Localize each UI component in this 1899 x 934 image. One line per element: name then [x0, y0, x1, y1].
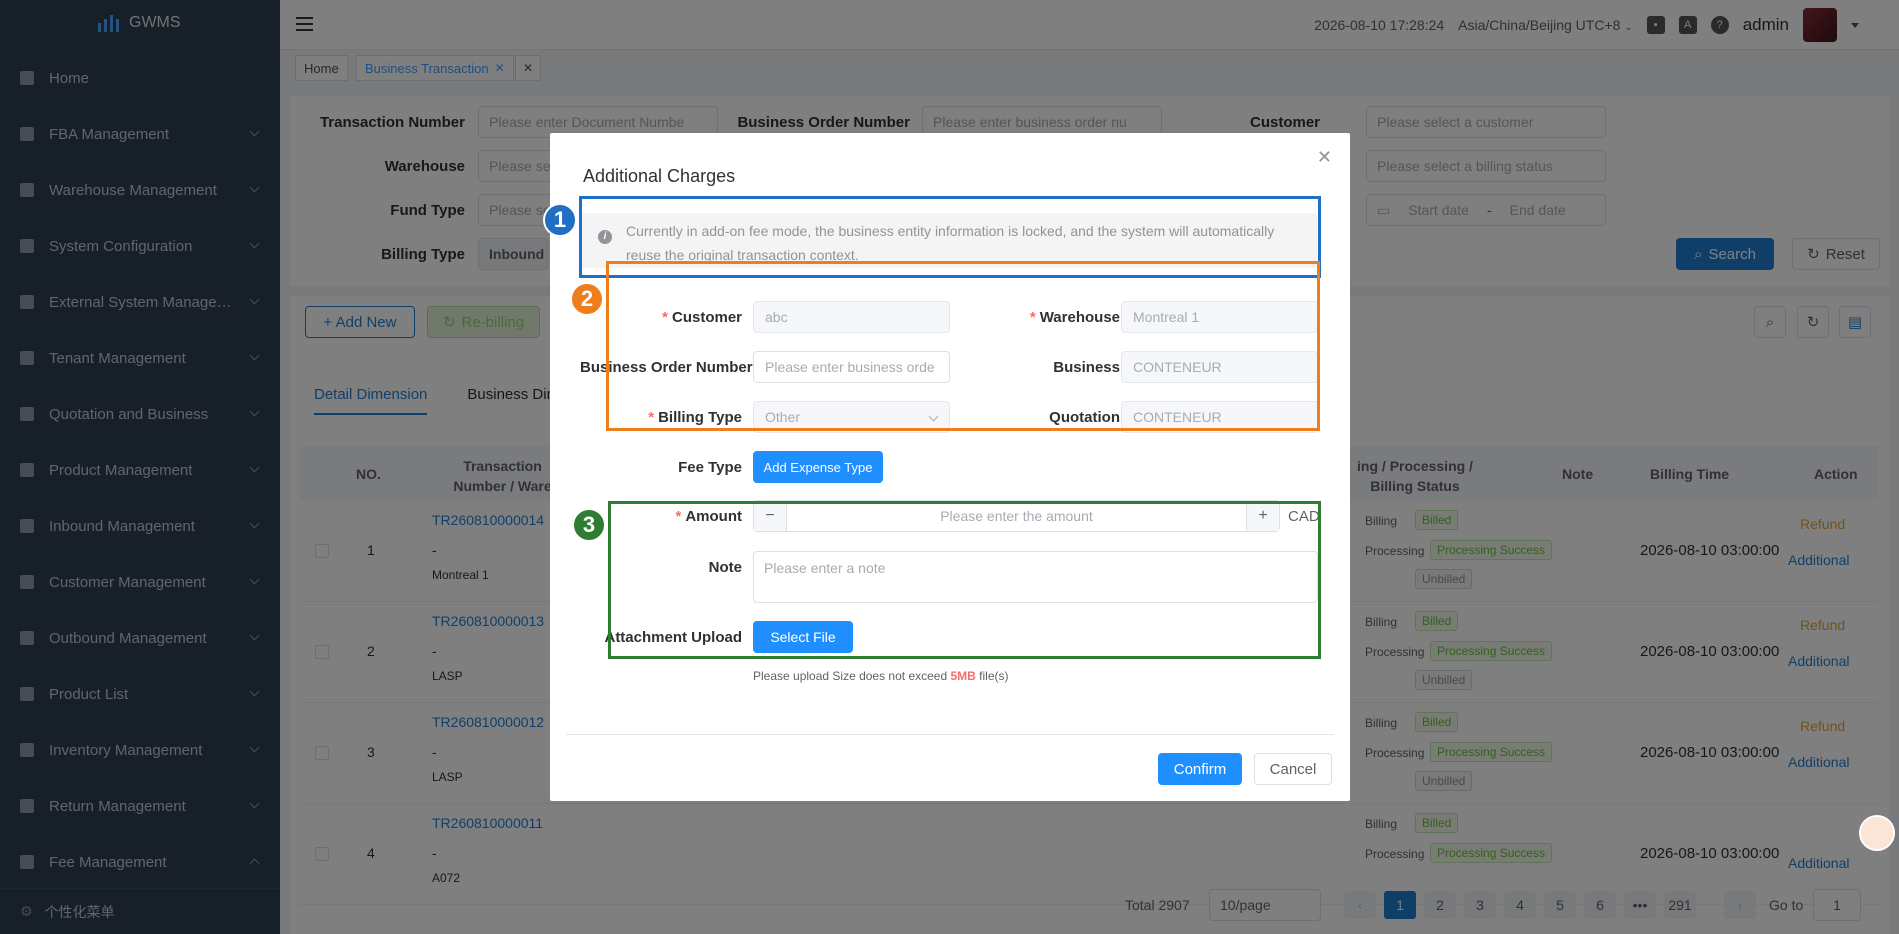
confirm-button[interactable]: Confirm — [1158, 753, 1242, 785]
annotation-badge-1: 1 — [543, 203, 577, 237]
add-expense-type-button[interactable]: Add Expense Type — [753, 451, 883, 483]
footer-divider — [566, 734, 1334, 735]
annotation-box-2 — [606, 261, 1320, 431]
annotation-box-3 — [608, 501, 1321, 659]
dialog-title: Additional Charges — [583, 166, 736, 186]
annotation-badge-3: 3 — [572, 508, 606, 542]
annotation-badge-2: 2 — [570, 282, 604, 316]
assistant-avatar[interactable] — [1859, 815, 1895, 851]
close-icon[interactable]: ✕ — [1317, 147, 1332, 168]
fee-type-label: Fee Type — [678, 459, 742, 476]
cancel-button[interactable]: Cancel — [1254, 753, 1332, 785]
upload-hint: Please upload Size does not exceed 5MB f… — [753, 669, 1009, 683]
